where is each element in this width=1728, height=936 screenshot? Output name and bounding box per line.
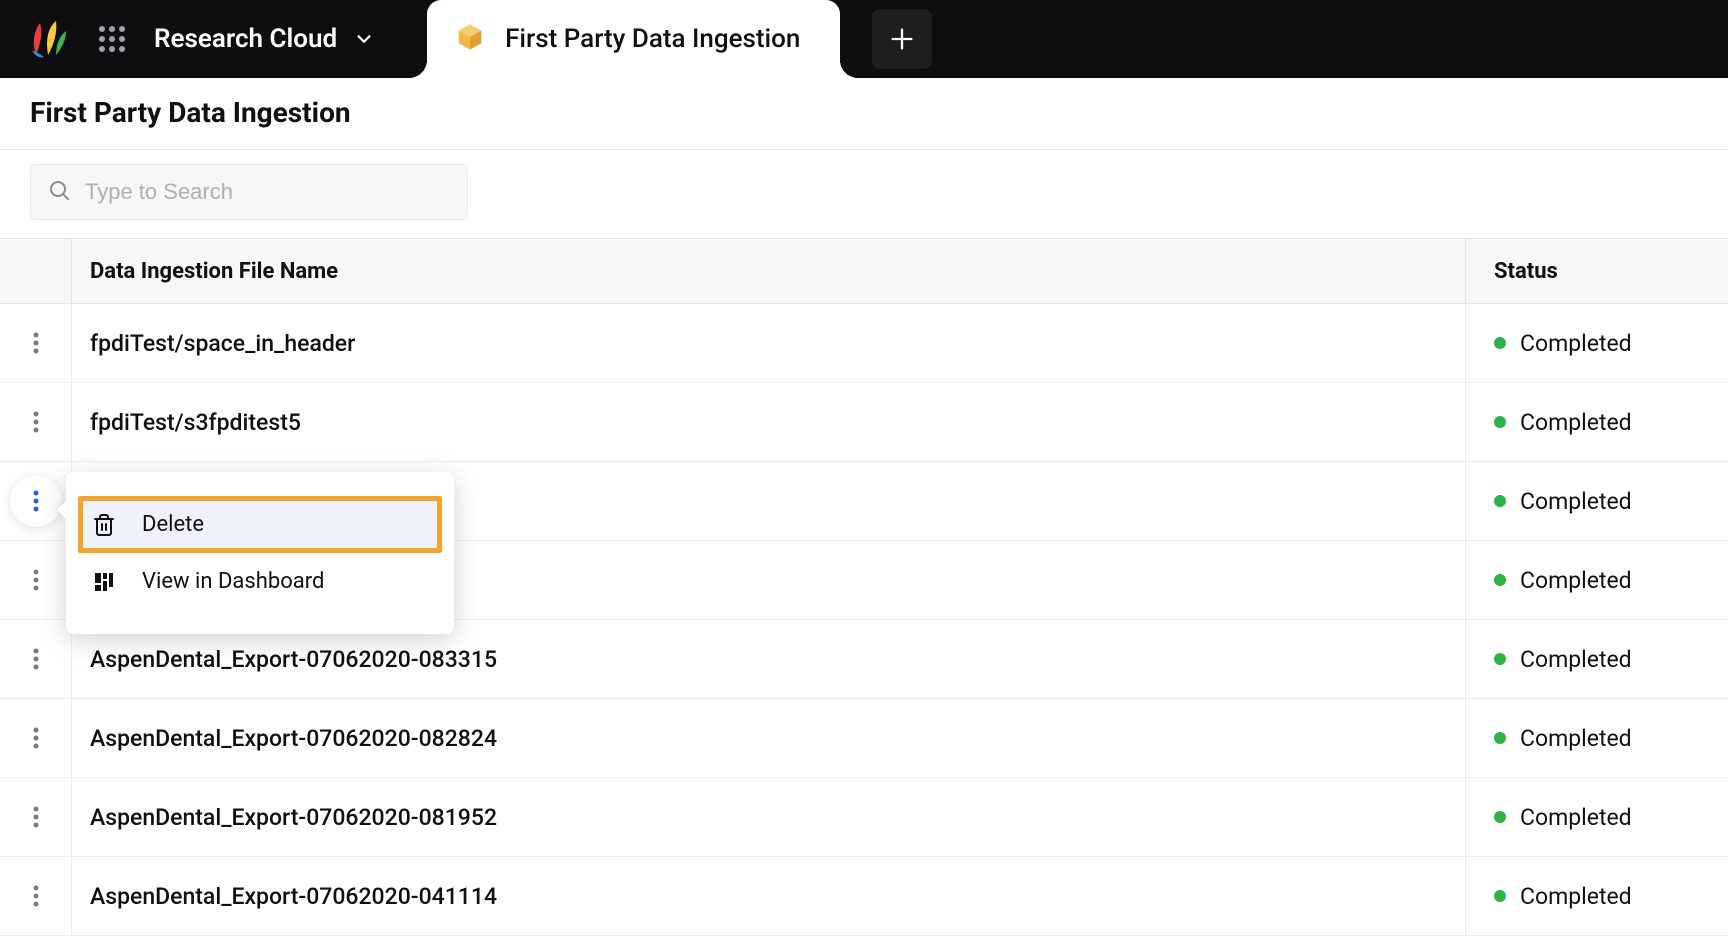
- row-status-text: Completed: [1520, 409, 1632, 436]
- column-header-name: Data Ingestion File Name: [72, 239, 1466, 303]
- row-file-name: AspenDental_Export-07062020-041114: [72, 857, 1466, 935]
- status-dot-icon: [1494, 811, 1506, 823]
- row-status-text: Completed: [1520, 646, 1632, 673]
- row-actions-cell: [0, 778, 72, 856]
- row-file-name: fpdiTest/s3fpditest5: [72, 383, 1466, 461]
- trash-icon: [90, 513, 118, 537]
- new-tab-button[interactable]: [872, 9, 932, 69]
- row-actions-cell: [0, 304, 72, 382]
- menu-item-view-dashboard[interactable]: View in Dashboard: [66, 553, 454, 610]
- search-input[interactable]: [85, 179, 451, 205]
- table-header: Data Ingestion File Name Status: [0, 238, 1728, 304]
- row-status: Completed: [1466, 541, 1728, 619]
- menu-item-delete[interactable]: Delete: [78, 496, 442, 553]
- row-status-text: Completed: [1520, 330, 1632, 357]
- row-actions-button[interactable]: [16, 560, 56, 600]
- tab-label: First Party Data Ingestion: [505, 24, 800, 54]
- table-row: AspenDental_Export-07062020-041114 Compl…: [0, 857, 1728, 936]
- page-title: First Party Data Ingestion: [30, 96, 1698, 129]
- row-status: Completed: [1466, 857, 1728, 935]
- page-header: First Party Data Ingestion: [0, 78, 1728, 149]
- column-header-actions: [0, 239, 72, 303]
- status-dot-icon: [1494, 890, 1506, 902]
- search-icon: [47, 178, 71, 206]
- topbar: Research Cloud First Party Data Ingestio…: [0, 0, 1728, 78]
- column-header-status: Status: [1466, 239, 1728, 303]
- row-actions-button[interactable]: [16, 718, 56, 758]
- status-dot-icon: [1494, 653, 1506, 665]
- row-file-name: AspenDental_Export-07062020-081952: [72, 778, 1466, 856]
- row-actions-cell: [0, 699, 72, 777]
- row-actions-button[interactable]: [16, 323, 56, 363]
- app-launcher-button[interactable]: [92, 19, 132, 59]
- menu-item-view-label: View in Dashboard: [142, 569, 324, 594]
- row-actions-button[interactable]: [16, 797, 56, 837]
- row-actions-cell: [0, 541, 72, 619]
- row-status-text: Completed: [1520, 883, 1632, 910]
- row-actions-button[interactable]: [16, 639, 56, 679]
- row-status-text: Completed: [1520, 804, 1632, 831]
- row-status: Completed: [1466, 383, 1728, 461]
- status-dot-icon: [1494, 495, 1506, 507]
- status-dot-icon: [1494, 337, 1506, 349]
- row-status-text: Completed: [1520, 725, 1632, 752]
- row-status: Completed: [1466, 620, 1728, 698]
- row-context-menu: Delete View in Dashboard: [66, 472, 454, 634]
- row-file-name: fpdiTest/space_in_header: [72, 304, 1466, 382]
- row-actions-button[interactable]: [16, 481, 56, 521]
- row-status: Completed: [1466, 462, 1728, 540]
- row-actions-cell: [0, 857, 72, 935]
- row-status-text: Completed: [1520, 567, 1632, 594]
- status-dot-icon: [1494, 416, 1506, 428]
- table-row: fpdiTest/s3fpditest5 Completed: [0, 383, 1728, 462]
- search-box[interactable]: [30, 164, 468, 220]
- table-row: fpdiTest/space_in_header Completed: [0, 304, 1728, 383]
- chevron-down-icon: [353, 28, 375, 50]
- row-status: Completed: [1466, 778, 1728, 856]
- row-actions-cell: [0, 383, 72, 461]
- workspace-selector[interactable]: Research Cloud: [154, 24, 375, 54]
- cube-icon: [455, 22, 485, 56]
- row-actions-button[interactable]: [16, 402, 56, 442]
- status-dot-icon: [1494, 574, 1506, 586]
- menu-item-delete-label: Delete: [142, 512, 204, 537]
- search-region: [0, 150, 1728, 238]
- app-logo: [22, 17, 74, 61]
- row-actions-button[interactable]: [16, 876, 56, 916]
- table-row: AspenDental_Export-07062020-081952 Compl…: [0, 778, 1728, 857]
- row-file-name: AspenDental_Export-07062020-082824: [72, 699, 1466, 777]
- row-actions-cell: [0, 620, 72, 698]
- dashboard-icon: [90, 570, 118, 594]
- row-status: Completed: [1466, 699, 1728, 777]
- workspace-label: Research Cloud: [154, 24, 337, 54]
- tab-data-ingestion[interactable]: First Party Data Ingestion: [427, 0, 840, 78]
- row-status: Completed: [1466, 304, 1728, 382]
- table-row: AspenDental_Export-07062020-082824 Compl…: [0, 699, 1728, 778]
- status-dot-icon: [1494, 732, 1506, 744]
- row-status-text: Completed: [1520, 488, 1632, 515]
